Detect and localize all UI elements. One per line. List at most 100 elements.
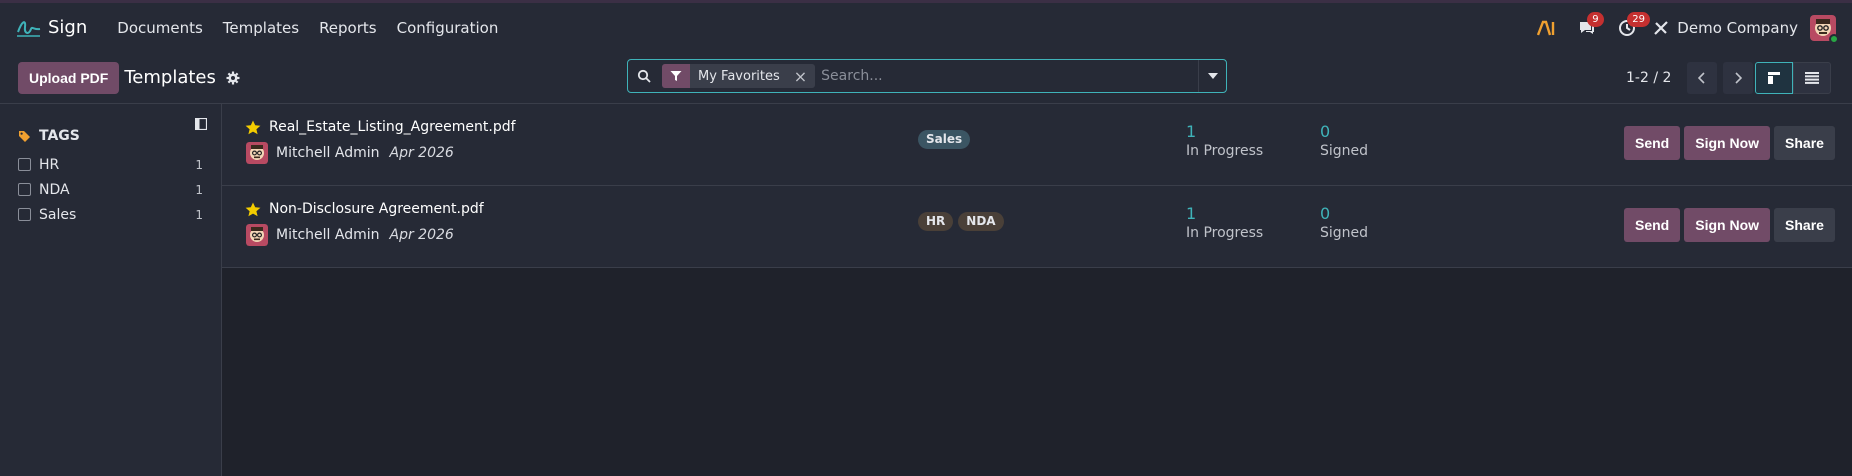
systray: 9 29 Demo Company — [1527, 10, 1839, 46]
tag-filter-hr[interactable]: HR 1 — [18, 152, 203, 177]
tag-filter-label: NDA — [39, 181, 70, 198]
template-author: Mitchell Admin Apr 2026 — [246, 142, 454, 164]
search-facet: My Favorites × — [662, 64, 816, 88]
company-name: Demo Company — [1677, 18, 1798, 37]
search-panel: TAGS HR 1 NDA 1 Sales 1 — [0, 104, 222, 476]
in-progress-stat[interactable]: 1 In Progress — [1186, 204, 1263, 241]
tag-filter-count: 1 — [195, 182, 203, 197]
search-icon — [628, 69, 660, 83]
menu-configuration[interactable]: Configuration — [387, 19, 509, 37]
signed-count: 0 — [1320, 204, 1331, 223]
chevron-right-icon — [1735, 72, 1743, 84]
gear-icon[interactable] — [226, 71, 240, 85]
app-name: Sign — [48, 17, 88, 38]
tag-filter-count: 1 — [195, 157, 203, 172]
in-progress-count: 1 — [1186, 122, 1197, 141]
caret-down-icon — [1207, 73, 1218, 79]
template-name[interactable]: Real_Estate_Listing_Agreement.pdf — [269, 119, 516, 135]
kanban-view-button[interactable] — [1755, 62, 1793, 94]
template-actions: Send Sign Now Share — [1624, 126, 1835, 160]
filter-icon — [662, 64, 690, 88]
tag-filter-sales[interactable]: Sales 1 — [18, 202, 203, 227]
menu-documents[interactable]: Documents — [107, 19, 213, 37]
app-brand[interactable]: Sign — [16, 17, 87, 39]
in-progress-label: In Progress — [1186, 143, 1264, 159]
pager-value[interactable]: 1-2 / 2 — [1626, 70, 1671, 86]
search-input[interactable] — [815, 68, 1198, 84]
list-view-button[interactable] — [1793, 62, 1831, 94]
signed-stat[interactable]: 0 Signed — [1320, 122, 1368, 159]
send-button[interactable]: Send — [1624, 208, 1681, 242]
sign-now-button[interactable]: Sign Now — [1684, 126, 1771, 160]
author-avatar — [246, 142, 268, 164]
tag-checkbox[interactable] — [18, 158, 31, 171]
star-icon[interactable] — [245, 202, 261, 217]
tags-heading-label: TAGS — [39, 128, 80, 144]
ai-button[interactable] — [1527, 10, 1567, 46]
author-name: Mitchell Admin — [276, 227, 380, 243]
template-list: Real_Estate_Listing_Agreement.pdf Mitche… — [222, 104, 1852, 476]
view-switcher — [1755, 62, 1831, 94]
in-progress-count: 1 — [1186, 204, 1197, 223]
upload-pdf-button[interactable]: Upload PDF — [18, 61, 120, 94]
template-title: Real_Estate_Listing_Agreement.pdf — [245, 119, 516, 135]
template-author: Mitchell Admin Apr 2026 — [246, 224, 454, 246]
activities-badge: 29 — [1627, 11, 1651, 27]
page-title-wrap: Templates — [124, 67, 240, 88]
sign-now-button[interactable]: Sign Now — [1684, 208, 1771, 242]
pager-previous-button[interactable] — [1687, 62, 1718, 94]
template-actions: Send Sign Now Share — [1624, 208, 1835, 242]
tag-filter-count: 1 — [195, 207, 203, 222]
messages-badge: 9 — [1587, 11, 1604, 27]
main-body: TAGS HR 1 NDA 1 Sales 1 Real_Estate_List… — [0, 104, 1852, 476]
user-avatar[interactable] — [1810, 14, 1839, 44]
list-icon — [1805, 72, 1819, 84]
top-navbar: Sign Documents Templates Reports Configu… — [0, 0, 1852, 52]
messages-button[interactable]: 9 — [1567, 10, 1607, 46]
star-icon[interactable] — [245, 120, 261, 135]
tag-checkbox[interactable] — [18, 183, 31, 196]
control-panel: Upload PDF Templates My Favorites × Sear… — [0, 52, 1852, 104]
tag-checkbox[interactable] — [18, 208, 31, 221]
ai-icon — [1537, 20, 1555, 35]
share-button[interactable]: Share — [1774, 208, 1835, 242]
tag-badge-sales: Sales — [918, 130, 971, 149]
search-bar: My Favorites × — [627, 59, 1227, 93]
signed-label: Signed — [1320, 143, 1369, 159]
template-card[interactable]: Non-Disclosure Agreement.pdf Mitchell Ad… — [222, 186, 1852, 268]
activities-button[interactable]: 29 — [1607, 10, 1651, 46]
signed-count: 0 — [1320, 122, 1331, 141]
search-options-toggle[interactable] — [1198, 60, 1226, 92]
share-button[interactable]: Share — [1774, 126, 1835, 160]
company-switcher[interactable]: Demo Company — [1653, 19, 1798, 37]
facet-remove-icon[interactable]: × — [788, 67, 815, 86]
menu-templates[interactable]: Templates — [213, 19, 309, 37]
in-progress-label: In Progress — [1186, 225, 1264, 241]
chevron-left-icon — [1698, 72, 1705, 84]
pager-next-button[interactable] — [1723, 62, 1754, 94]
kanban-icon — [1768, 72, 1780, 84]
tag-filter-nda[interactable]: NDA 1 — [18, 177, 203, 202]
facet-label: My Favorites — [698, 68, 780, 84]
tag-filter-label: HR — [39, 156, 60, 173]
menu-reports[interactable]: Reports — [309, 19, 387, 37]
tag-icon — [19, 130, 30, 142]
tag-filter-label: Sales — [39, 206, 77, 223]
signed-label: Signed — [1320, 225, 1369, 241]
template-card[interactable]: Real_Estate_Listing_Agreement.pdf Mitche… — [222, 104, 1852, 186]
in-progress-stat[interactable]: 1 In Progress — [1186, 122, 1263, 159]
template-tags: Sales — [918, 130, 971, 149]
tag-badge-hr: HR — [918, 212, 954, 231]
tools-icon — [1654, 20, 1669, 35]
signed-stat[interactable]: 0 Signed — [1320, 204, 1368, 241]
template-name[interactable]: Non-Disclosure Agreement.pdf — [269, 201, 484, 217]
template-title: Non-Disclosure Agreement.pdf — [245, 201, 484, 217]
tag-badge-nda: NDA — [958, 212, 1004, 231]
main-menu: Documents Templates Reports Configuratio… — [107, 19, 508, 37]
author-name: Mitchell Admin — [276, 145, 380, 161]
template-date: Apr 2026 — [389, 227, 454, 243]
page-title: Templates — [124, 67, 216, 88]
sidebar-collapse-icon[interactable] — [195, 118, 207, 130]
tags-heading: TAGS — [18, 128, 203, 144]
send-button[interactable]: Send — [1624, 126, 1681, 160]
